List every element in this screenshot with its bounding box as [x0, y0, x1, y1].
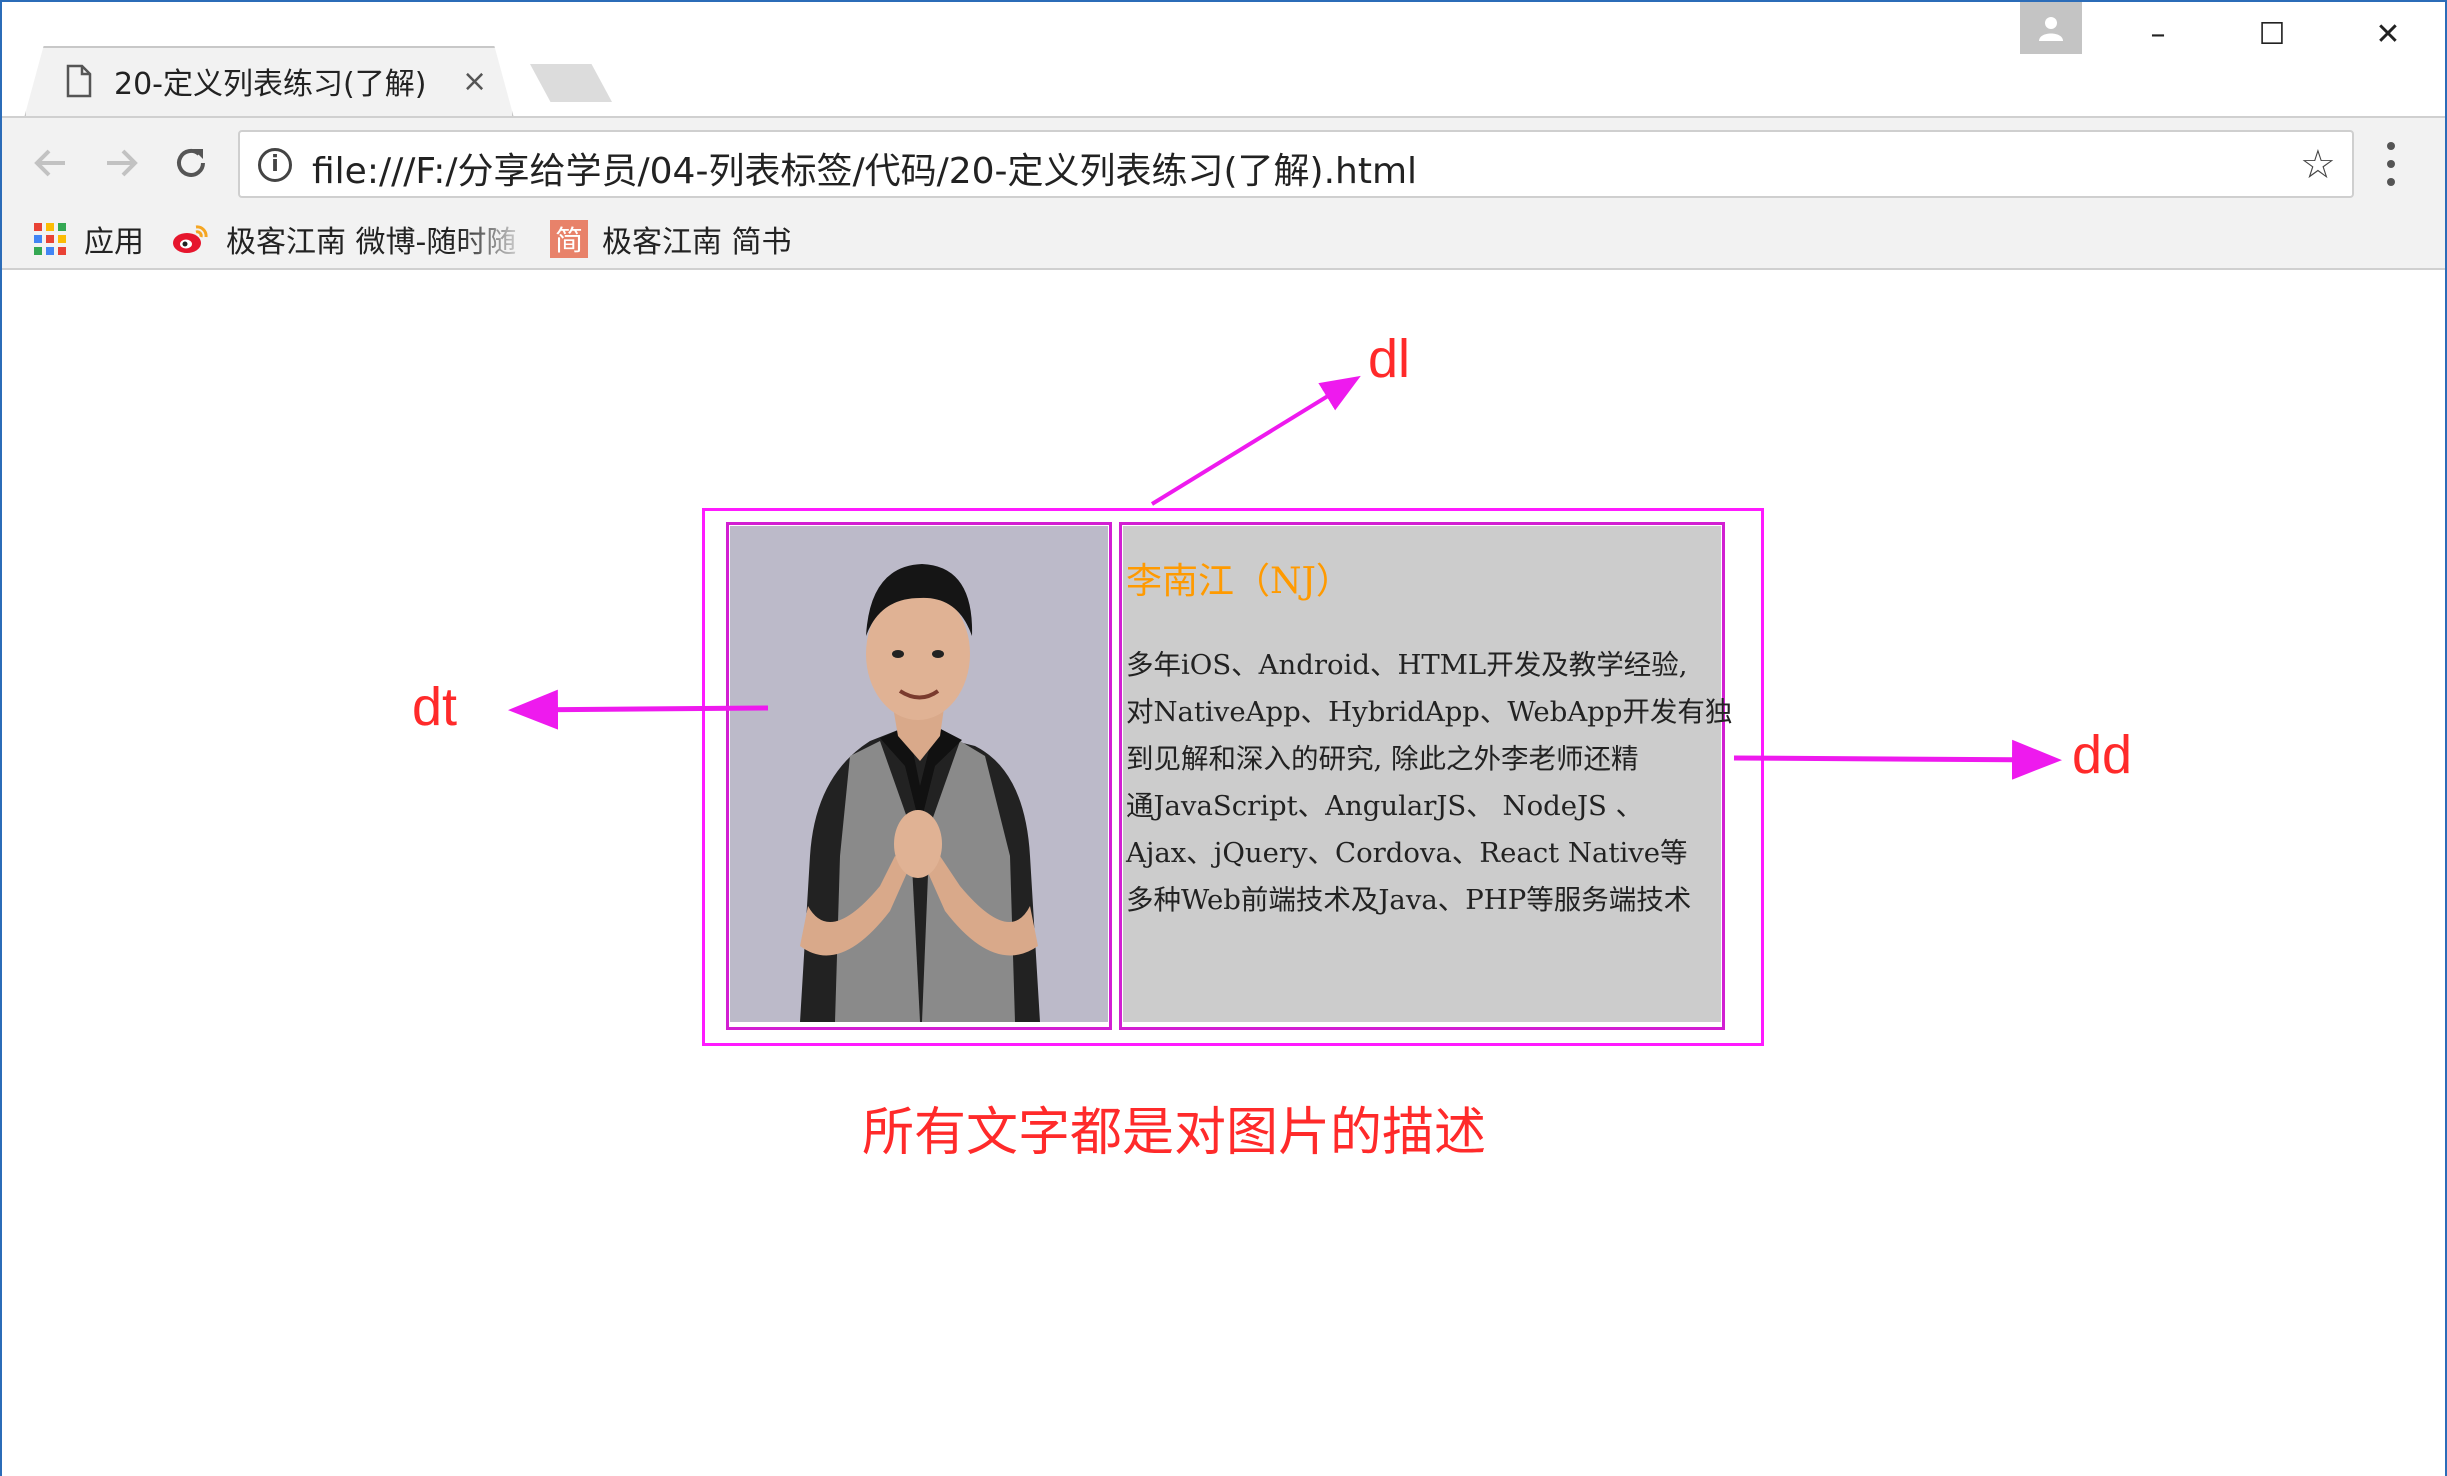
back-button[interactable]	[26, 138, 76, 188]
annotation-arrows	[508, 375, 2062, 780]
person-icon	[2039, 17, 2063, 41]
maximize-button[interactable]: ☐	[2222, 8, 2322, 60]
tab-close-icon[interactable]: ×	[462, 64, 487, 99]
bookmarks-bar: 应用 极客江南 微博-随时随 简 极客江南 简书	[2, 208, 2445, 270]
arrow-to-dt	[508, 689, 769, 730]
info-icon[interactable]: i	[258, 148, 292, 182]
address-url[interactable]: file:///F:/分享给学员/04-列表标签/代码/20-定义列表练习(了解…	[312, 142, 1417, 194]
apps-grid-icon	[34, 223, 66, 255]
bookmark-star-icon[interactable]: ☆	[2300, 142, 2336, 188]
active-tab[interactable]: 20-定义列表练习(了解) ×	[42, 46, 502, 116]
forward-button[interactable]	[96, 138, 146, 188]
minimize-button[interactable]: –	[2108, 8, 2208, 60]
tab-title: 20-定义列表练习(了解)	[114, 67, 427, 102]
tab-strip: 20-定义列表练习(了解) × – ☐ ✕	[2, 2, 2445, 116]
new-tab-button[interactable]	[530, 64, 612, 102]
document-icon	[66, 64, 92, 98]
reload-button[interactable]	[166, 138, 216, 188]
close-window-button[interactable]: ✕	[2338, 8, 2438, 60]
page-content: 李南江（NJ） 多年iOS、Android、HTML开发及教学经验, 对Nati…	[2, 270, 2445, 1476]
arrow-to-dd	[1733, 739, 2062, 780]
jianshu-icon: 简	[550, 220, 588, 258]
bookmark-label: 极客江南 微博-随时随	[226, 217, 516, 261]
bookmark-jianshu[interactable]: 简 极客江南 简书	[550, 216, 792, 262]
weibo-icon	[172, 224, 208, 254]
browser-menu-icon[interactable]	[2386, 142, 2396, 186]
profile-button[interactable]	[2020, 2, 2082, 54]
browser-window: 20-定义列表练习(了解) × – ☐ ✕ i file:///F:/分享给学员…	[0, 0, 2447, 1476]
reload-icon	[177, 148, 205, 177]
bookmark-label: 应用	[84, 225, 144, 260]
bookmark-weibo[interactable]: 极客江南 微博-随时随	[172, 216, 516, 262]
arrow-right-icon	[107, 149, 138, 177]
browser-toolbar: i file:///F:/分享给学员/04-列表标签/代码/20-定义列表练习(…	[2, 116, 2445, 208]
arrow-to-dl	[1150, 375, 1361, 506]
bookmark-apps[interactable]: 应用	[34, 216, 144, 262]
arrow-left-icon	[34, 149, 65, 177]
bookmark-label: 极客江南 简书	[602, 225, 792, 260]
address-bar[interactable]: i file:///F:/分享给学员/04-列表标签/代码/20-定义列表练习(…	[238, 130, 2354, 198]
